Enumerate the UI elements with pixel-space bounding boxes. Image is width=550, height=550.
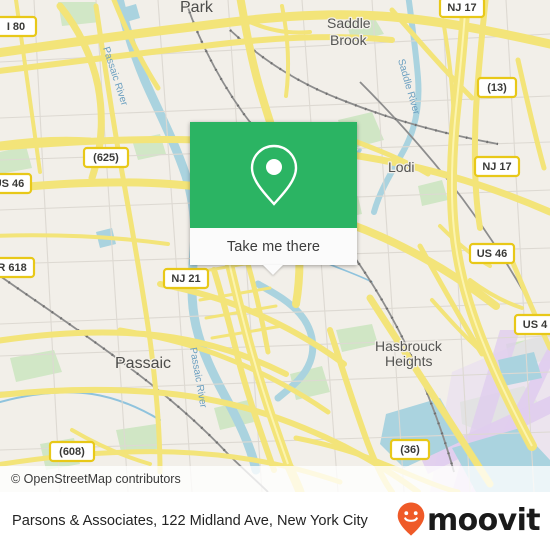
take-me-there-button[interactable]: Take me there — [190, 228, 357, 265]
moovit-wordmark: moovit — [426, 503, 541, 538]
map-screenshot-root: Passaic River Saddle River Passaic River… — [0, 0, 550, 550]
svg-text:US 46: US 46 — [477, 248, 508, 260]
road-shield: (608) — [48, 440, 96, 463]
place-label-brook: Brook — [330, 32, 368, 48]
place-label-lodi: Lodi — [388, 159, 414, 175]
svg-text:R 618: R 618 — [0, 262, 27, 274]
svg-text:(608): (608) — [59, 446, 85, 458]
moovit-smiley-pin-icon — [397, 502, 425, 541]
place-label-passaic: Passaic — [115, 355, 171, 372]
place-label-saddle: Saddle — [327, 15, 371, 31]
place-label-hasbrouck: Hasbrouck — [375, 338, 443, 354]
road-shield: NJ 17 — [438, 0, 486, 19]
moovit-logo[interactable]: moovit — [397, 502, 541, 541]
popup-tail-pointer — [263, 265, 283, 275]
svg-text:I 80: I 80 — [7, 21, 25, 33]
road-shield: (36) — [389, 438, 431, 461]
map-canvas[interactable]: Passaic River Saddle River Passaic River… — [0, 0, 550, 492]
road-shield: US 46 — [468, 242, 516, 265]
svg-text:US 46: US 46 — [0, 178, 24, 190]
attribution-text[interactable]: © OpenStreetMap contributors — [11, 472, 181, 486]
location-popup-card[interactable]: Take me there — [190, 122, 357, 275]
place-label-heights: Heights — [385, 353, 432, 369]
footer-bar: Parsons & Associates, 122 Midland Ave, N… — [0, 492, 550, 550]
svg-text:(36): (36) — [400, 444, 420, 456]
road-shield: I 80 — [0, 15, 38, 38]
take-me-there-label: Take me there — [226, 238, 321, 255]
svg-text:NJ 17: NJ 17 — [447, 2, 476, 14]
popup-image-area — [190, 122, 357, 228]
location-pin-icon — [248, 143, 300, 207]
road-shield: (13) — [476, 76, 518, 99]
road-shield: US 46 — [0, 172, 33, 195]
road-shield: US 4 — [513, 313, 550, 336]
svg-text:NJ 21: NJ 21 — [171, 273, 200, 285]
svg-text:NJ 17: NJ 17 — [482, 161, 511, 173]
svg-text:(625): (625) — [93, 152, 119, 164]
road-shield: NJ 17 — [473, 155, 521, 178]
road-shield: R 618 — [0, 256, 36, 279]
map-attribution-bar: © OpenStreetMap contributors — [0, 466, 550, 492]
place-label-park: Park — [180, 0, 214, 16]
road-shield: (625) — [82, 146, 130, 169]
location-title: Parsons & Associates, 122 Midland Ave, N… — [12, 512, 368, 529]
road-shield: NJ 21 — [162, 267, 210, 290]
svg-text:US 4: US 4 — [523, 319, 548, 331]
svg-text:(13): (13) — [487, 82, 507, 94]
